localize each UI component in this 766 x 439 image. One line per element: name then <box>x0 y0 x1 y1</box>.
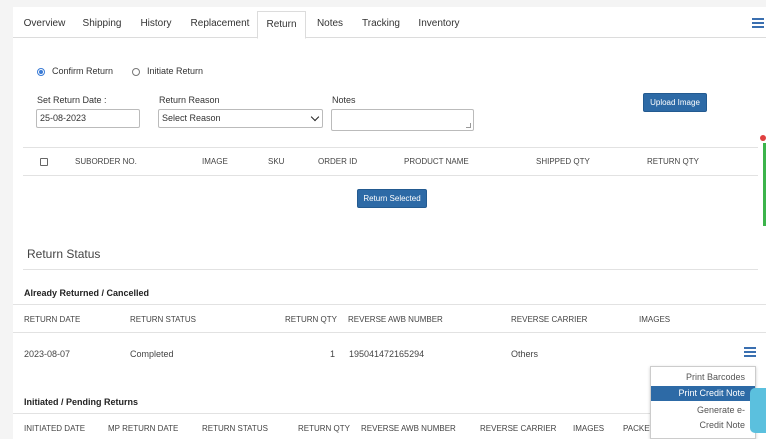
th-pending-return-status: RETURN STATUS <box>202 424 268 433</box>
divider <box>13 304 766 305</box>
th-return-qty: RETURN QTY <box>647 157 699 166</box>
menu-icon[interactable] <box>752 18 764 28</box>
divider <box>23 175 758 176</box>
chat-widget-icon[interactable] <box>750 388 766 433</box>
return-reason-value: Select Reason <box>162 113 221 123</box>
reverse-awb-cell: 195041472165294 <box>349 349 425 359</box>
generate-e-credit-note-item[interactable]: Generate e- <box>651 403 755 417</box>
return-qty-cell: 1 <box>330 349 336 359</box>
divider <box>23 269 758 270</box>
th-pending-reverse-awb: REVERSE AWB NUMBER <box>361 424 456 433</box>
th-order-id: ORDER ID <box>318 157 358 166</box>
return-reason-label: Return Reason <box>159 95 220 105</box>
generate-e-credit-note-item-line2[interactable]: Credit Note <box>651 418 755 432</box>
th-sku: SKU <box>268 157 285 166</box>
already-returned-title: Already Returned / Cancelled <box>24 288 150 298</box>
reverse-carrier-cell: Others <box>511 349 539 359</box>
return-status-cell: Completed <box>130 349 174 359</box>
th-reverse-carrier: REVERSE CARRIER <box>511 315 588 324</box>
th-return-qty: RETURN QTY <box>285 315 337 324</box>
tab-overview[interactable]: Overview <box>17 11 72 38</box>
th-suborder-no: SUBORDER NO. <box>75 157 137 166</box>
return-date-input[interactable]: 25-08-2023 <box>36 109 140 128</box>
return-reason-select[interactable]: Select Reason <box>158 109 323 128</box>
divider <box>23 147 758 148</box>
th-shipped-qty: SHIPPED QTY <box>536 157 590 166</box>
tab-tracking[interactable]: Tracking <box>356 11 406 38</box>
upload-image-button[interactable]: Upload Image <box>643 93 707 112</box>
resize-handle-icon[interactable] <box>466 123 471 128</box>
notes-label: Notes <box>332 95 356 105</box>
th-images: IMAGES <box>639 315 671 324</box>
tab-history[interactable]: History <box>134 11 178 38</box>
return-date-cell: 2023-08-07 <box>24 349 71 359</box>
initiate-return-label: Initiate Return <box>147 66 204 76</box>
return-status-title: Return Status <box>27 247 101 261</box>
th-return-status: RETURN STATUS <box>130 315 196 324</box>
notification-dot <box>760 135 766 141</box>
page: Overview Shipping History Replacement Re… <box>0 0 766 439</box>
th-product-name: PRODUCT NAME <box>404 157 469 166</box>
set-return-date-label: Set Return Date : <box>37 95 107 105</box>
th-mp-return-date: MP RETURN DATE <box>108 424 179 433</box>
row-actions-dropdown: Print Barcodes Print Credit Note Generat… <box>650 366 756 439</box>
tab-inventory[interactable]: Inventory <box>413 11 465 38</box>
select-all-checkbox[interactable] <box>40 158 48 166</box>
th-reverse-awb: REVERSE AWB NUMBER <box>348 315 443 324</box>
confirm-return-radio[interactable] <box>37 68 45 76</box>
print-barcodes-item[interactable]: Print Barcodes <box>651 370 755 385</box>
th-image: IMAGE <box>202 157 228 166</box>
row-actions-icon[interactable] <box>744 347 756 357</box>
tab-notes[interactable]: Notes <box>310 11 350 38</box>
th-pending-images: IMAGES <box>573 424 605 433</box>
notes-textarea[interactable] <box>331 109 474 131</box>
tab-replacement[interactable]: Replacement <box>184 11 256 38</box>
pending-returns-title: Initiated / Pending Returns <box>24 397 139 407</box>
chevron-down-icon <box>310 112 320 122</box>
initiate-return-radio[interactable] <box>132 68 140 76</box>
return-selected-button[interactable]: Return Selected <box>357 189 427 208</box>
th-initiated-date: INITIATED DATE <box>24 424 86 433</box>
th-return-date: RETURN DATE <box>24 315 81 324</box>
divider <box>13 332 766 333</box>
th-pending-reverse-carrier: REVERSE CARRIER <box>480 424 557 433</box>
confirm-return-label: Confirm Return <box>52 66 114 76</box>
tab-shipping[interactable]: Shipping <box>76 11 128 38</box>
tab-return[interactable]: Return <box>257 11 306 39</box>
print-credit-note-item[interactable]: Print Credit Note <box>651 386 755 401</box>
th-pending-return-qty: RETURN QTY <box>298 424 350 433</box>
tab-bar: Overview Shipping History Replacement Re… <box>13 11 766 39</box>
